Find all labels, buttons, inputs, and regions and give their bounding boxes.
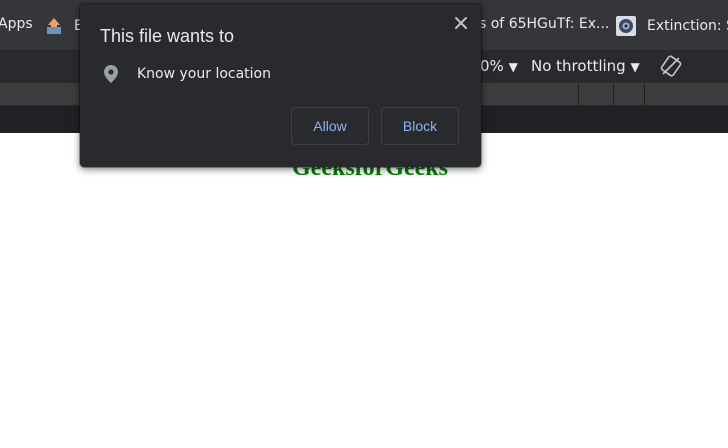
permission-popup: This file wants to Know your location Al… — [80, 4, 481, 167]
ruler-divider — [578, 84, 579, 105]
bookmark-apps[interactable]: Apps — [0, 16, 33, 32]
throttling-value: No throttling — [531, 57, 626, 75]
popup-title: This file wants to — [100, 26, 235, 46]
bookmark-extinction[interactable]: Extinction: S — [616, 16, 728, 36]
zoom-dropdown-arrow-icon: ▼ — [508, 60, 518, 74]
bookmark-65hgutf[interactable]: s of 65HGuTf: Ex... — [479, 16, 609, 32]
location-pin-icon — [104, 65, 118, 83]
ruler-divider — [644, 84, 645, 105]
bookmark-e[interactable]: E — [44, 16, 83, 36]
rotate-icon[interactable] — [660, 55, 682, 77]
throttling-dropdown-arrow-icon: ▼ — [630, 60, 640, 74]
bookmark-apps-label: Apps — [0, 16, 33, 32]
zoom-value: 0% — [480, 57, 504, 75]
allow-button[interactable]: Allow — [291, 107, 369, 145]
ruler-divider — [613, 84, 614, 105]
bookmark-e-icon — [47, 18, 61, 34]
block-button-label: Block — [402, 118, 438, 134]
allow-button-label: Allow — [313, 118, 347, 134]
permission-row: Know your location — [103, 64, 271, 84]
throttling-dropdown[interactable]: No throttling ▼ — [531, 57, 640, 75]
zoom-dropdown[interactable]: 0% ▼ — [480, 57, 518, 75]
block-button[interactable]: Block — [381, 107, 459, 145]
permission-text: Know your location — [137, 66, 271, 82]
bookmark-65hgutf-label: s of 65HGuTf: Ex... — [479, 16, 610, 32]
bookmark-extinction-label: Extinction: S — [647, 18, 728, 34]
close-icon[interactable] — [452, 14, 470, 32]
bookmark-extinction-icon — [616, 16, 636, 36]
